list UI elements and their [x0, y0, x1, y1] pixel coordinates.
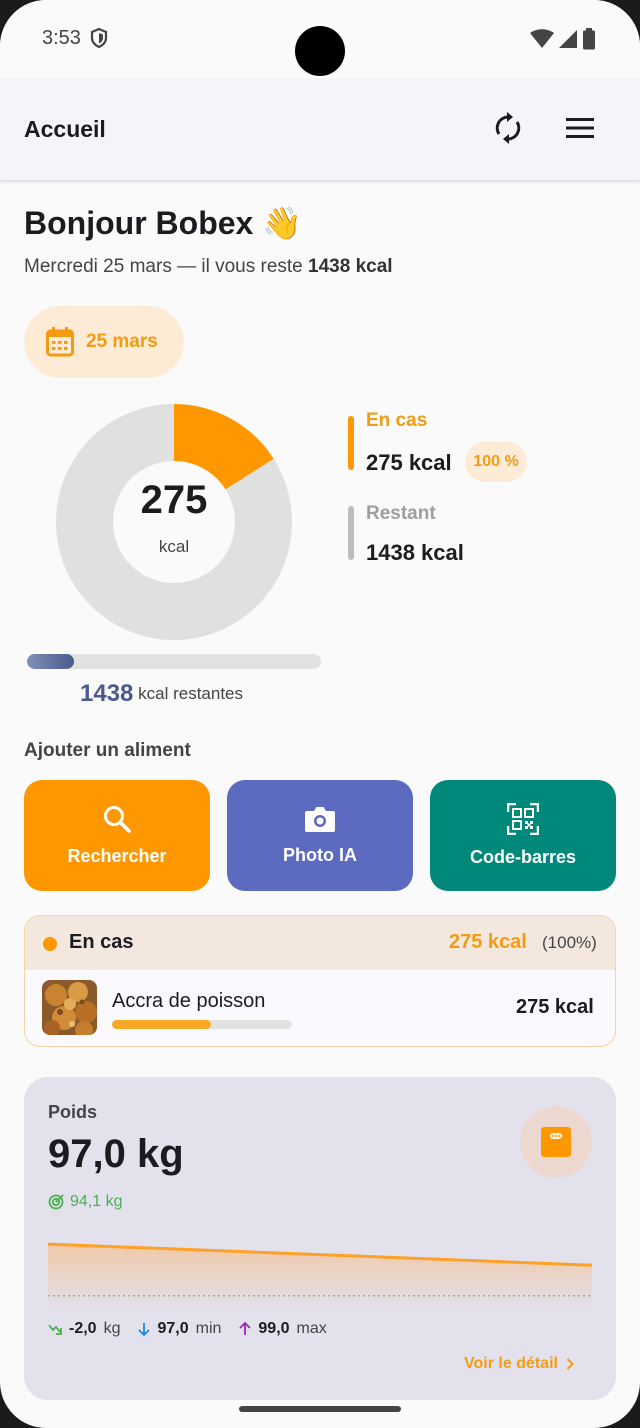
- view-detail-label: Voir le détail: [464, 1355, 558, 1372]
- calendar-icon: [46, 327, 74, 357]
- weight-min-stat: 97,0 min: [138, 1320, 221, 1338]
- weight-max-unit: max: [296, 1320, 327, 1337]
- sync-button[interactable]: [488, 108, 528, 148]
- phone-screen: 3:53 Accueil Bonjour Bobex 👋 Mercredi 25…: [0, 0, 640, 1428]
- subtitle-text: Mercredi 25 mars — il vous reste: [24, 256, 309, 277]
- weight-change-unit: kg: [103, 1320, 121, 1337]
- arrow-up-icon: [239, 1322, 252, 1335]
- food-name: Accra de poisson: [112, 990, 266, 1012]
- home-indicator: [239, 1406, 401, 1412]
- meal-name: En cas: [69, 931, 134, 953]
- remaining-suffix: kcal restantes: [138, 684, 244, 703]
- greeting-subtitle: Mercredi 25 mars — il vous reste 1438 kc…: [24, 256, 393, 278]
- qr-code-icon: [507, 803, 539, 835]
- weight-label: Poids: [48, 1102, 98, 1122]
- search-icon: [104, 806, 131, 833]
- remaining-progress-bar: [27, 654, 321, 669]
- weight-card[interactable]: Poids 97,0 kg 94,1 kg -2,0 kg 97,0 min 9…: [24, 1077, 616, 1400]
- food-kcal: 275 kcal: [516, 996, 594, 1018]
- meal-header[interactable]: En cas 275 kcal (100%): [25, 916, 615, 970]
- shield-icon: [90, 28, 108, 48]
- date-chip-label: 25 mars: [86, 331, 158, 352]
- app-bar: Accueil: [0, 78, 640, 181]
- arrow-down-icon: [138, 1323, 151, 1336]
- legend-title-snack: En cas: [366, 410, 428, 431]
- add-food-title: Ajouter un aliment: [24, 740, 191, 761]
- remaining-caption: 1438 kcal restantes: [80, 680, 243, 708]
- food-progress-fill: [112, 1020, 211, 1029]
- weight-max-stat: 99,0 max: [239, 1320, 327, 1338]
- photo-ai-button-label: Photo IA: [283, 845, 357, 865]
- sync-icon: [495, 112, 521, 144]
- weight-target-value: 94,1 kg: [70, 1193, 123, 1210]
- weight-min-unit: min: [195, 1320, 222, 1337]
- add-weight-button[interactable]: [520, 1106, 592, 1178]
- weight-change-value: -2,0: [69, 1320, 97, 1337]
- legend-value-remaining: 1438 kcal: [366, 540, 464, 565]
- menu-button[interactable]: [560, 108, 600, 148]
- barcode-button[interactable]: Code-barres: [430, 780, 616, 891]
- greeting-title: Bonjour Bobex 👋: [24, 205, 303, 241]
- scale-icon: [541, 1127, 571, 1157]
- camera-cutout: [295, 26, 345, 76]
- legend-value-snack: 275 kcal: [366, 450, 452, 475]
- meal-card[interactable]: En cas 275 kcal (100%) Accra de poisson …: [24, 915, 616, 1047]
- view-detail-link[interactable]: Voir le détail: [464, 1355, 574, 1373]
- donut-unit: kcal: [158, 537, 190, 556]
- food-progress-bar: [112, 1020, 292, 1029]
- meal-color-dot: [43, 937, 57, 951]
- legend-title-remaining: Restant: [366, 503, 436, 524]
- signal-icon: [559, 30, 577, 48]
- weight-value: 97,0 kg: [48, 1132, 184, 1176]
- search-button[interactable]: Rechercher: [24, 780, 210, 891]
- menu-icon: [566, 118, 594, 138]
- percent-badge: 100 %: [465, 442, 527, 482]
- status-time: 3:53: [42, 27, 81, 49]
- meal-kcal: 275 kcal: [449, 931, 527, 953]
- target-icon: [48, 1194, 64, 1210]
- weight-change-stat: -2,0 kg: [48, 1320, 120, 1338]
- trend-down-icon: [48, 1324, 62, 1335]
- remaining-number: 1438: [80, 680, 134, 707]
- wifi-icon: [530, 29, 554, 48]
- battery-icon: [583, 28, 595, 50]
- status-icons: [530, 28, 596, 50]
- date-chip[interactable]: 25 mars: [24, 306, 184, 378]
- weight-min-value: 97,0: [157, 1320, 189, 1337]
- chevron-right-icon: [566, 1358, 574, 1370]
- camera-icon: [305, 807, 335, 832]
- search-button-label: Rechercher: [67, 846, 167, 866]
- legend-marker-snack: [348, 416, 354, 470]
- remaining-progress-fill: [27, 654, 75, 669]
- food-thumbnail: [42, 980, 97, 1035]
- weight-max-value: 99,0: [258, 1320, 290, 1337]
- weight-target: 94,1 kg: [48, 1193, 122, 1211]
- legend-marker-remaining: [348, 506, 354, 560]
- status-bar: 3:53: [0, 0, 640, 78]
- subtitle-remaining: 1438 kcal: [308, 256, 393, 277]
- barcode-button-label: Code-barres: [469, 847, 577, 867]
- meal-percent: (100%): [542, 933, 597, 952]
- weight-stats: -2,0 kg 97,0 min 99,0 max: [48, 1320, 327, 1338]
- donut-consumed-value: 275: [140, 478, 208, 522]
- page-title: Accueil: [24, 116, 106, 142]
- weight-trend-chart: [48, 1242, 592, 1307]
- photo-ai-button[interactable]: Photo IA: [227, 780, 413, 891]
